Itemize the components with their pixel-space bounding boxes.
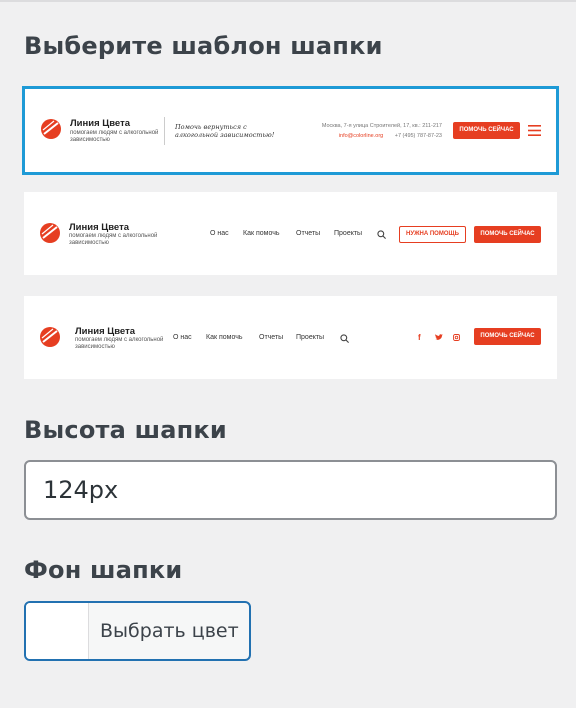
- need-help-button: НУЖНА ПОМОЩЬ: [399, 226, 466, 243]
- header-height-title: Высота шапки: [24, 416, 227, 444]
- header-background-title: Фон шапки: [24, 556, 183, 584]
- nav-reports: Отчеты: [296, 230, 321, 237]
- nav-about: О нас: [173, 334, 192, 341]
- color-picker-button[interactable]: Выбрать цвет: [24, 601, 251, 661]
- hamburger-icon: [528, 125, 541, 136]
- search-icon: [340, 334, 349, 343]
- help-now-button: ПОМОЧЬ СЕЙЧАС: [474, 328, 541, 345]
- nav-projects: Проекты: [296, 334, 325, 341]
- color-swatch[interactable]: [26, 603, 89, 659]
- email-link: info@colorline.org: [338, 133, 384, 139]
- slogan: Помочь вернуться с алкогольной зависимос…: [175, 123, 275, 139]
- brand-name: Линия Цвета: [69, 222, 130, 233]
- brand-name: Линия Цвета: [70, 118, 131, 129]
- contacts: info@colorline.org +7 (495) 787-87-23: [339, 133, 442, 139]
- nav-how-to-help: Как помочь: [206, 334, 243, 341]
- logo-icon: [40, 327, 60, 347]
- logo-icon: [40, 223, 60, 243]
- top-divider: [0, 0, 576, 2]
- brand-name: Линия Цвета: [75, 326, 136, 337]
- logo-icon: [41, 119, 61, 139]
- header-template-option-3[interactable]: Линия Цвета помогаем людям с алкогольной…: [24, 296, 557, 379]
- search-icon: [377, 230, 386, 239]
- header-template-title: Выберите шаблон шапки: [24, 32, 383, 60]
- help-now-button: ПОМОЧЬ СЕЙЧАС: [474, 226, 541, 243]
- twitter-icon: [435, 334, 443, 341]
- address-text: Москва, 7-я улица Строителей, 17, кв.: 2…: [321, 123, 442, 129]
- nav-projects: Проекты: [334, 230, 363, 237]
- header-height-input[interactable]: 124px: [24, 460, 557, 520]
- help-now-button: ПОМОЧЬ СЕЙЧАС: [453, 122, 520, 139]
- header-template-option-2[interactable]: Линия Цвета помогаем людям с алкогольной…: [24, 192, 557, 275]
- select-color-label: Выбрать цвет: [100, 620, 239, 642]
- header-template-option-1[interactable]: Линия Цвета помогаем людям с алкогольной…: [22, 86, 559, 175]
- phone-text: +7 (495) 787-87-23: [394, 133, 442, 139]
- brand-tagline: помогаем людям с алкогольной зависимость…: [69, 233, 158, 246]
- divider: [164, 117, 165, 145]
- brand-tagline: помогаем людям с алкогольной зависимость…: [75, 337, 164, 350]
- nav-reports: Отчеты: [259, 334, 284, 341]
- instagram-icon: [453, 334, 460, 341]
- facebook-icon: f: [418, 333, 421, 342]
- brand-tagline: помогаем людям с алкогольной зависимость…: [70, 130, 159, 143]
- nav-about: О нас: [210, 230, 229, 237]
- nav-how-to-help: Как помочь: [243, 230, 280, 237]
